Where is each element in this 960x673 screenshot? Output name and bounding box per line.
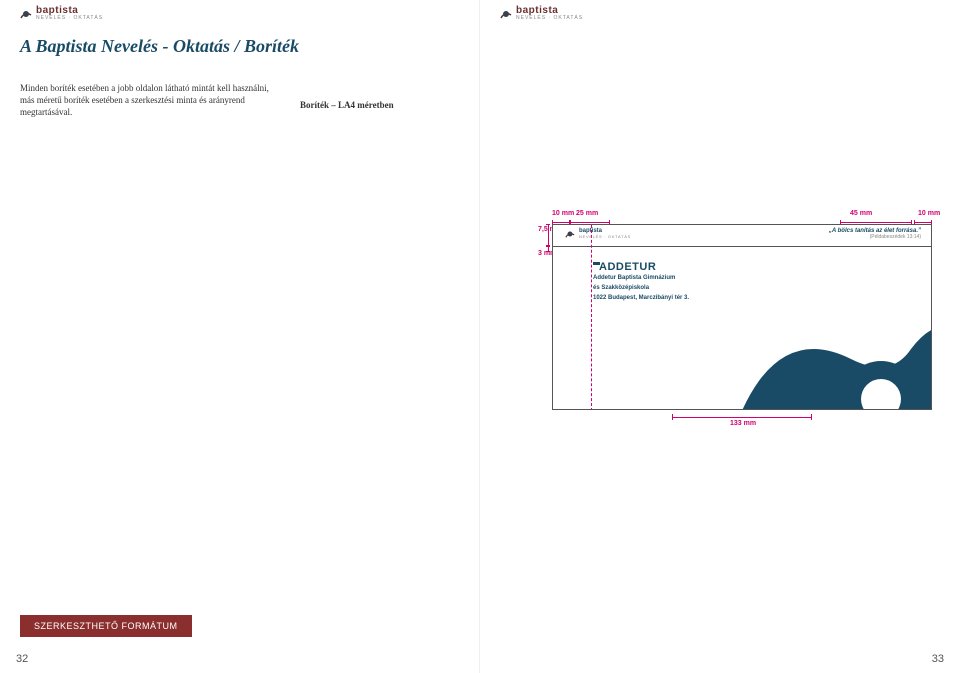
dim-vmark-icon <box>546 224 550 246</box>
page-left: baptista NEVELÉS · OKTATÁS A Baptista Ne… <box>0 0 480 673</box>
header-logo-left: baptista NEVELÉS · OKTATÁS <box>20 6 103 21</box>
envelope-logo-text: baptista NEVELÉS · OKTATÁS <box>579 228 631 239</box>
brand-sub: NEVELÉS · OKTATÁS <box>36 16 103 21</box>
envelope-address-block: ADDETUR Addetur Baptista Gimnázium és Sz… <box>593 261 689 302</box>
header-logo-right: baptista NEVELÉS · OKTATÁS <box>500 6 583 21</box>
brand-text: baptista NEVELÉS · OKTATÁS <box>36 6 103 21</box>
dim-label-left-margin: 10 mm <box>552 210 574 217</box>
envelope-quote-cite: (Példabeszédek 13:14) <box>829 234 921 240</box>
page-title: A Baptista Nevelés - Oktatás / Boríték <box>20 36 299 57</box>
envelope-addr-line2: és Szakközépiskola <box>593 285 689 293</box>
envelope-addr-line3: 1022 Budapest, Marczibányi tér 3. <box>593 295 689 303</box>
envelope-header-strip: baptista NEVELÉS · OKTATÁS „A bölcs taní… <box>553 225 931 247</box>
envelope-brand-name: ADDETUR <box>593 261 689 273</box>
dim-label-bottom: 133 mm <box>730 420 756 427</box>
figure-caption: Boríték – LA4 méretben <box>300 100 394 110</box>
brand-text: baptista NEVELÉS · OKTATÁS <box>516 6 583 21</box>
intro-paragraph: Minden boríték esetében a jobb oldalon l… <box>20 82 280 118</box>
editable-format-button[interactable]: SZERKESZTHETŐ FORMÁTUM <box>20 615 192 637</box>
dim-vmark-icon <box>546 246 550 252</box>
editable-format-label: SZERKESZTHETŐ FORMÁTUM <box>34 621 178 631</box>
page-right: baptista NEVELÉS · OKTATÁS 10 mm 25 mm 4… <box>480 0 960 673</box>
brand-mark-icon <box>500 8 512 20</box>
dimension-row-bottom: 133 mm <box>552 410 932 426</box>
envelope-brand-text: ADDETUR <box>599 261 656 273</box>
page-number-right: 33 <box>932 653 944 665</box>
dim-label-logo-offset: 25 mm <box>576 210 598 217</box>
guide-line-icon <box>591 225 592 410</box>
page-number-left: 32 <box>16 653 28 665</box>
dim-label-quote-width: 45 mm <box>850 210 872 217</box>
brand-mark-icon <box>20 8 32 20</box>
envelope-addr-line1: Addetur Baptista Gimnázium <box>593 275 689 283</box>
brand-sub: NEVELÉS · OKTATÁS <box>516 16 583 21</box>
envelope-logo: baptista NEVELÉS · OKTATÁS <box>565 228 631 239</box>
dim-label-right-margin: 10 mm <box>918 210 940 217</box>
brand-accent-icon <box>593 262 600 265</box>
envelope-mock: baptista NEVELÉS · OKTATÁS „A bölcs taní… <box>552 224 932 410</box>
envelope-figure: 10 mm 25 mm 45 mm 10 mm 7,5 mm 3 mm <box>540 210 945 426</box>
dimension-row-top: 10 mm 25 mm 45 mm 10 mm <box>540 210 945 224</box>
envelope-logo-sub: NEVELÉS · OKTATÁS <box>579 234 631 239</box>
brand-mark-icon <box>565 229 575 239</box>
watermark-wave-icon <box>711 279 932 410</box>
envelope-quote: „A bölcs tanítás az élet forrása.” (Péld… <box>829 228 921 240</box>
